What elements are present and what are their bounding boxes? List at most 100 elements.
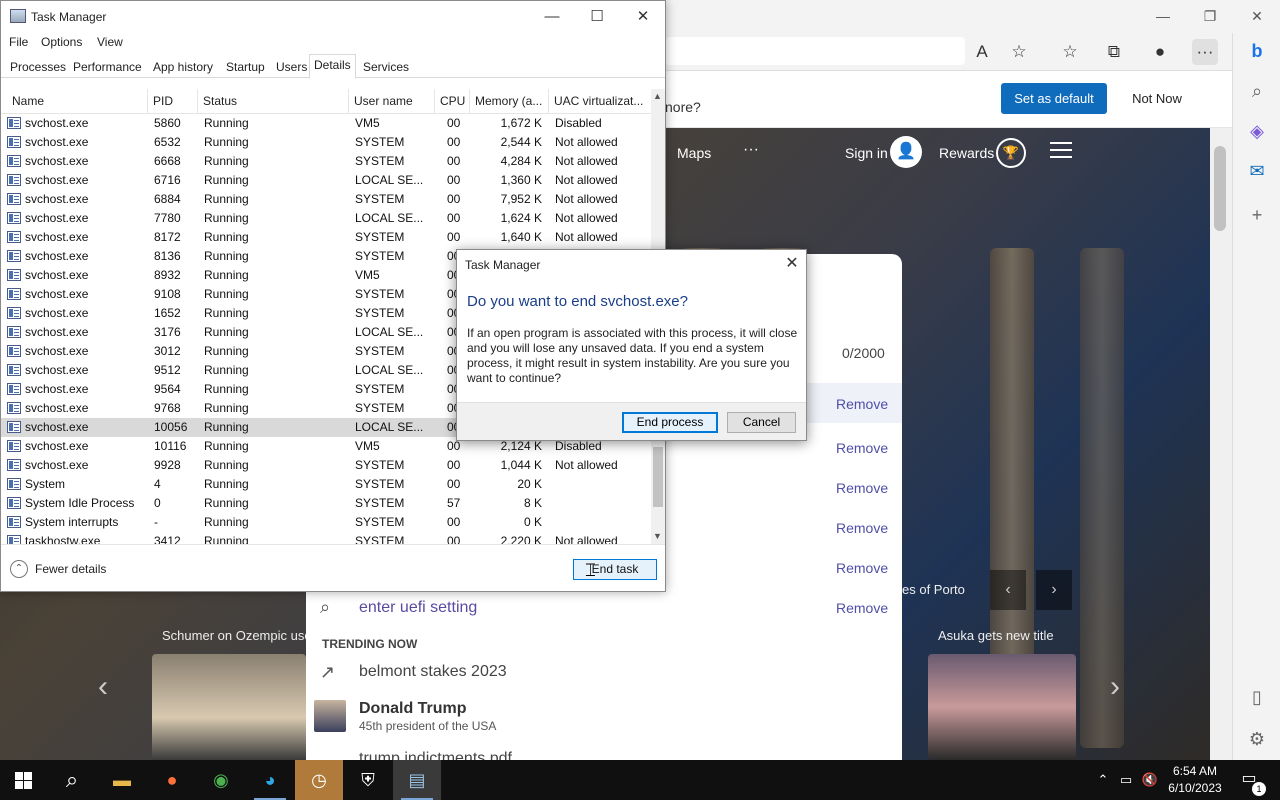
tab-startup[interactable]: Startup bbox=[221, 56, 270, 78]
file-explorer-icon[interactable]: ▬ bbox=[98, 760, 146, 800]
table-row[interactable]: svchost.exe 6668 Running SYSTEM 00 4,284 K Not… bbox=[1, 152, 651, 171]
trending-item[interactable]: belmont stakes 2023 bbox=[359, 663, 507, 681]
outlook-icon[interactable]: ✉ bbox=[1241, 155, 1273, 187]
end-process-button[interactable]: End process bbox=[622, 412, 718, 433]
carousel-prev-icon[interactable]: ‹ bbox=[98, 670, 108, 704]
table-scrollbar-thumb[interactable] bbox=[653, 447, 663, 507]
avatar-icon[interactable]: 👤 bbox=[890, 136, 922, 168]
tray-overflow-chevron-icon[interactable]: ⌃ bbox=[1094, 760, 1112, 800]
page-scrollbar[interactable] bbox=[1210, 128, 1232, 760]
trending-item-title[interactable]: Donald Trump bbox=[359, 700, 467, 718]
remove-history-link[interactable]: Remove bbox=[836, 560, 888, 576]
table-row[interactable]: svchost.exe 9928 Running SYSTEM 00 1,044 K Not… bbox=[1, 456, 651, 475]
favorites-icon[interactable]: ☆ bbox=[1057, 39, 1083, 65]
add-favorite-icon[interactable]: ☆ bbox=[1006, 39, 1032, 65]
chrome-icon[interactable]: ◉ bbox=[197, 760, 245, 800]
tab-performance[interactable]: Performance bbox=[68, 56, 147, 78]
search-icon[interactable]: ⌕ bbox=[48, 760, 96, 800]
sidebar-toggle-icon[interactable]: ▯ bbox=[1241, 681, 1273, 713]
close-button[interactable]: ✕ bbox=[620, 4, 666, 30]
table-row[interactable]: System 4 Running SYSTEM 00 20 K bbox=[1, 475, 651, 494]
tab-services[interactable]: Services bbox=[358, 56, 414, 78]
rewards-link[interactable]: Rewards bbox=[939, 145, 994, 161]
minimize-button[interactable]: — bbox=[529, 4, 575, 30]
table-row[interactable]: svchost.exe 5860 Running VM5 00 1,672 K Disabl… bbox=[1, 114, 651, 133]
news-caption-left[interactable]: Schumer on Ozempic use bbox=[162, 628, 312, 643]
tab-processes[interactable]: Processes bbox=[5, 56, 71, 78]
image-next-icon[interactable]: › bbox=[1036, 570, 1072, 610]
column-header-cpu[interactable]: CPU bbox=[435, 89, 470, 114]
menu-options[interactable]: Options bbox=[41, 35, 82, 49]
sign-in-link[interactable]: Sign in bbox=[845, 145, 888, 161]
image-caption[interactable]: es of Porto bbox=[902, 582, 965, 597]
table-row[interactable]: svchost.exe 6884 Running SYSTEM 00 7,952 K Not… bbox=[1, 190, 651, 209]
column-header-uac[interactable]: UAC virtualizat... bbox=[549, 89, 651, 114]
volume-muted-icon[interactable]: 🔇 bbox=[1140, 760, 1160, 800]
office-icon[interactable]: ◈ bbox=[1241, 115, 1273, 147]
more-link[interactable]: ··· bbox=[743, 141, 759, 159]
edge-close-button[interactable]: ✕ bbox=[1234, 4, 1280, 28]
history-query[interactable]: enter uefi setting bbox=[359, 599, 477, 617]
column-header-pid[interactable]: PID bbox=[148, 89, 198, 114]
chevron-up-icon[interactable]: ⌃ bbox=[10, 560, 28, 578]
maximize-button[interactable]: ☐ bbox=[574, 4, 620, 30]
remove-history-link[interactable]: Remove bbox=[836, 480, 888, 496]
edge-minimize-button[interactable]: — bbox=[1140, 4, 1186, 28]
remove-history-link[interactable]: Remove bbox=[836, 600, 888, 616]
rewards-trophy-icon[interactable]: 🏆 bbox=[996, 138, 1026, 168]
scroll-down-icon[interactable]: ▼ bbox=[653, 531, 662, 541]
tab-details[interactable]: Details bbox=[309, 54, 356, 79]
settings-more-icon[interactable]: ··· bbox=[1192, 39, 1218, 65]
remove-history-link[interactable]: Remove bbox=[836, 440, 888, 456]
network-icon[interactable]: ▭ bbox=[1116, 760, 1136, 800]
remove-history-link[interactable]: Remove bbox=[836, 520, 888, 536]
scroll-up-icon[interactable]: ▲ bbox=[653, 91, 662, 101]
clock-app-icon[interactable]: ◷ bbox=[295, 760, 343, 800]
start-button[interactable] bbox=[0, 760, 48, 800]
table-row[interactable]: svchost.exe 6532 Running SYSTEM 00 2,544 K Not… bbox=[1, 133, 651, 152]
hamburger-menu-icon[interactable] bbox=[1050, 142, 1072, 160]
edge-icon[interactable]: ◕ bbox=[246, 760, 294, 800]
menu-view[interactable]: View bbox=[97, 35, 123, 49]
set-as-default-button[interactable]: Set as default bbox=[1001, 83, 1107, 114]
dialog-close-button[interactable]: ✕ bbox=[781, 253, 803, 275]
table-row[interactable]: System interrupts - Running SYSTEM 00 0 K bbox=[1, 513, 651, 532]
task-manager-taskbar-icon[interactable]: ▤ bbox=[393, 760, 441, 800]
column-header-user-name[interactable]: User name bbox=[349, 89, 435, 114]
maps-link[interactable]: Maps bbox=[677, 145, 711, 161]
firefox-icon[interactable]: ● bbox=[148, 760, 196, 800]
tab-users[interactable]: Users bbox=[271, 56, 312, 78]
security-shield-icon[interactable]: ⛨ bbox=[344, 760, 392, 800]
table-row[interactable]: svchost.exe 6716 Running LOCAL SE... 00 1,360… bbox=[1, 171, 651, 190]
news-caption-right[interactable]: Asuka gets new title bbox=[938, 628, 1054, 643]
news-image-right[interactable] bbox=[928, 654, 1076, 760]
edge-restore-button[interactable]: ❐ bbox=[1187, 4, 1233, 28]
address-bar[interactable] bbox=[665, 37, 965, 65]
trending-item[interactable]: trump indictments pdf bbox=[359, 750, 512, 760]
page-scrollbar-thumb[interactable] bbox=[1214, 146, 1226, 231]
taskbar-clock[interactable]: 6:54 AM 6/10/2023 bbox=[1160, 763, 1230, 797]
column-header-status[interactable]: Status bbox=[198, 89, 349, 114]
cancel-button[interactable]: Cancel bbox=[727, 412, 796, 433]
collections-icon[interactable]: ⧉ bbox=[1101, 39, 1127, 65]
column-header-name[interactable]: Name bbox=[7, 89, 148, 114]
menu-file[interactable]: File bbox=[9, 35, 28, 49]
read-aloud-icon[interactable]: A bbox=[969, 39, 995, 65]
add-sidebar-app-icon[interactable]: + bbox=[1241, 199, 1273, 231]
remove-history-link[interactable]: Remove bbox=[836, 396, 888, 412]
tab-app-history[interactable]: App history bbox=[148, 56, 218, 78]
column-header-memory[interactable]: Memory (a... bbox=[470, 89, 549, 114]
fewer-details-link[interactable]: Fewer details bbox=[35, 562, 106, 576]
table-row[interactable]: svchost.exe 7780 Running LOCAL SE... 00 1,624… bbox=[1, 209, 651, 228]
bing-copilot-icon[interactable]: b bbox=[1241, 35, 1273, 67]
image-prev-icon[interactable]: ‹ bbox=[990, 570, 1026, 610]
profile-icon[interactable]: ● bbox=[1147, 39, 1173, 65]
news-image-left[interactable] bbox=[152, 654, 306, 760]
table-row[interactable]: taskhostw.exe 3412 Running SYSTEM 00 2,220 K N… bbox=[1, 532, 651, 544]
table-row[interactable]: System Idle Process 0 Running SYSTEM 57 8 K bbox=[1, 494, 651, 513]
search-icon[interactable]: ⌕ bbox=[1241, 75, 1273, 107]
sidebar-settings-icon[interactable]: ⚙ bbox=[1241, 723, 1273, 755]
not-now-button[interactable]: Not Now bbox=[1117, 83, 1197, 114]
carousel-next-icon[interactable]: › bbox=[1110, 670, 1120, 704]
table-row[interactable]: svchost.exe 8172 Running SYSTEM 00 1,640 K Not… bbox=[1, 228, 651, 247]
